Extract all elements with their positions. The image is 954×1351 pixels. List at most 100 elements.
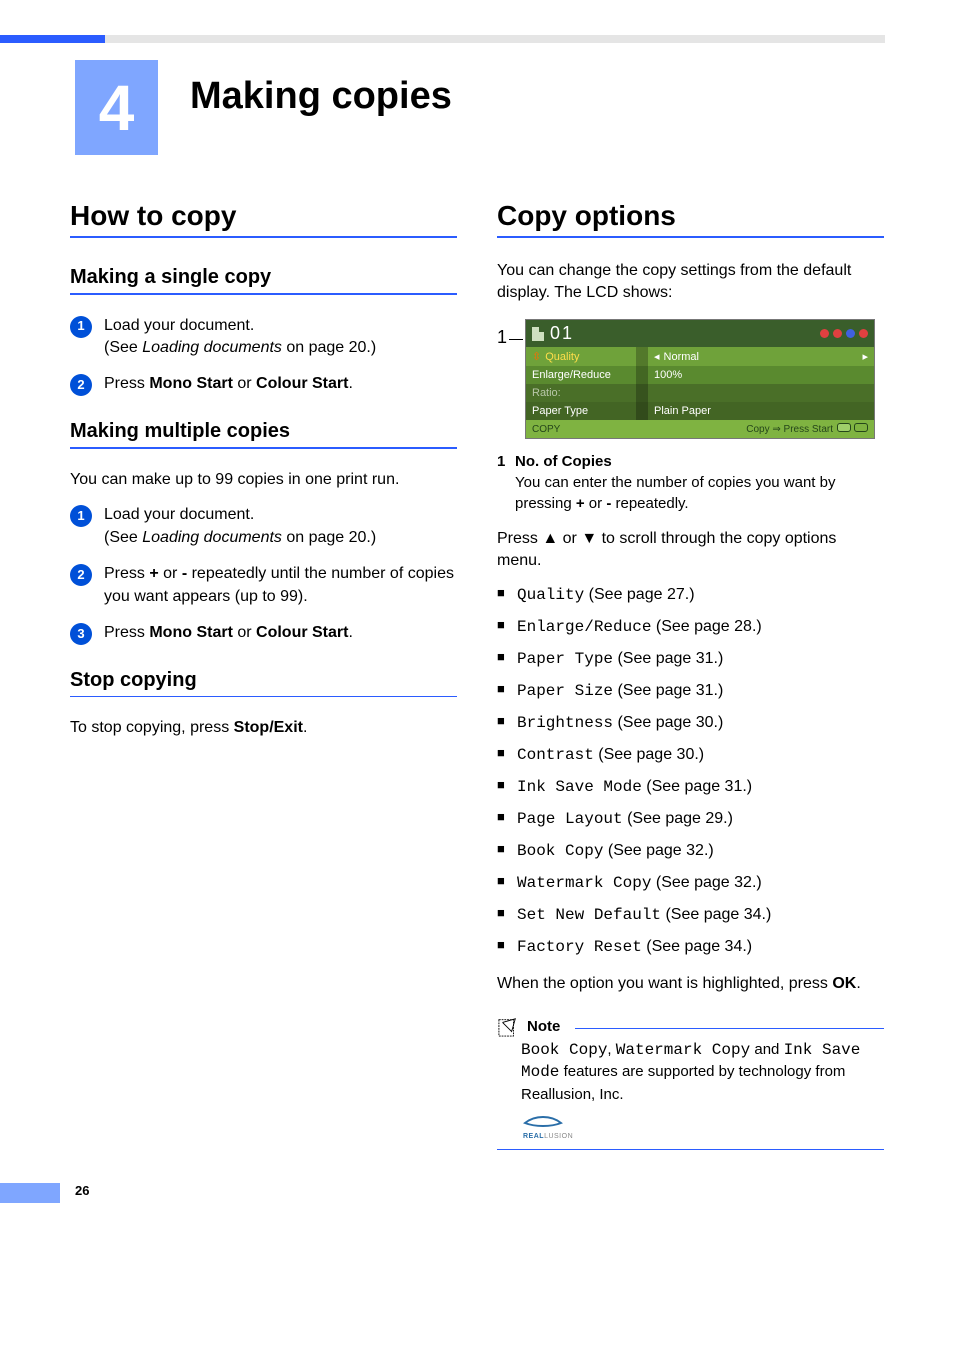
note-icon xyxy=(497,1017,519,1037)
chapter-number-box: 4 xyxy=(75,60,158,155)
option-name: Watermark Copy xyxy=(517,874,651,892)
multi-intro: You can make up to 99 copies in one prin… xyxy=(70,469,457,491)
list-item: Paper Size (See page 31.) xyxy=(497,679,884,703)
multi-step-3: 3 Press Mono Start or Colour Start. xyxy=(70,622,457,645)
option-page-ref: (See page 32.) xyxy=(603,842,713,859)
text: or xyxy=(233,375,256,392)
text-bold: Stop/Exit xyxy=(234,719,303,736)
heading-single-copy: Making a single copy xyxy=(70,266,457,301)
ink-dot-icon xyxy=(820,329,829,338)
option-name: Factory Reset xyxy=(517,938,642,956)
ink-dots xyxy=(820,329,868,338)
chapter-number: 4 xyxy=(99,71,135,145)
text: When the option you want is highlighted,… xyxy=(497,975,832,992)
lcd-copies: 01 xyxy=(550,323,574,344)
text: on page 20.) xyxy=(282,339,376,356)
lcd-label-quality: ⇳Quality xyxy=(526,347,636,366)
step-number-icon: 2 xyxy=(70,374,92,396)
text: . xyxy=(303,719,307,736)
lcd-value-paper: Plain Paper xyxy=(648,402,874,420)
heading-copy-options: Copy options xyxy=(497,200,884,242)
text: or xyxy=(233,624,256,641)
lcd-figure: 1 01 ⇳Quality ◂Normal▸ Enlarge/Reduce xyxy=(497,319,884,439)
text-bold: + xyxy=(149,565,158,582)
text-bold: OK xyxy=(832,975,856,992)
text: Press xyxy=(104,624,149,641)
note-box: Note Book Copy, Watermark Copy and Ink S… xyxy=(497,1017,884,1150)
list-item: Brightness (See page 30.) xyxy=(497,711,884,735)
closing-text: When the option you want is highlighted,… xyxy=(497,973,884,995)
list-item: Watermark Copy (See page 32.) xyxy=(497,871,884,895)
lcd-screen: 01 ⇳Quality ◂Normal▸ Enlarge/Reduce 100%… xyxy=(525,319,875,439)
text-italic: Loading documents xyxy=(142,529,282,546)
list-item: Enlarge/Reduce (See page 28.) xyxy=(497,615,884,639)
option-name: Book Copy xyxy=(517,842,603,860)
text-bold: + xyxy=(576,495,585,512)
multi-step-1: 1 Load your document. (See Loading docum… xyxy=(70,504,457,549)
lcd-label-ratio: Ratio: xyxy=(526,384,636,402)
text-bold: Mono Start xyxy=(149,624,233,641)
text-bold: Colour Start xyxy=(256,624,348,641)
text: Press xyxy=(497,530,542,547)
right-column: Copy options You can change the copy set… xyxy=(497,200,884,1150)
lcd-hint: Copy ⇒ Press Start xyxy=(746,424,833,435)
step-number-icon: 1 xyxy=(70,316,92,338)
lcd-label-paper: Paper Type xyxy=(526,402,636,420)
heading-multiple-copies: Making multiple copies xyxy=(70,420,457,455)
text-bold: Colour Start xyxy=(256,375,348,392)
text: repeatedly. xyxy=(611,495,688,512)
single-step-2: 2 Press Mono Start or Colour Start. xyxy=(70,373,457,396)
option-page-ref: (See page 34.) xyxy=(642,938,752,955)
list-item: Book Copy (See page 32.) xyxy=(497,839,884,863)
multi-step-2: 2 Press + or - repeatedly until the numb… xyxy=(70,563,457,608)
list-item: Ink Save Mode (See page 31.) xyxy=(497,775,884,799)
option-name: Brightness xyxy=(517,714,613,732)
text-code: Watermark Copy xyxy=(616,1041,750,1059)
copy-options-intro: You can change the copy settings from th… xyxy=(497,260,884,303)
lcd-value-quality: Normal xyxy=(664,351,699,363)
top-accent-blue xyxy=(0,35,105,43)
option-page-ref: (See page 31.) xyxy=(613,682,723,699)
option-name: Paper Size xyxy=(517,682,613,700)
page-number: 26 xyxy=(75,1183,89,1198)
text: (See xyxy=(104,529,142,546)
single-step-1: 1 Load your document. (See Loading docum… xyxy=(70,315,457,360)
lcd-value-ratio xyxy=(648,390,874,396)
text-bold: Mono Start xyxy=(149,375,233,392)
option-page-ref: (See page 31.) xyxy=(613,650,723,667)
option-name: Quality xyxy=(517,586,584,604)
option-page-ref: (See page 27.) xyxy=(584,586,694,603)
options-list: Quality (See page 27.) Enlarge/Reduce (Se… xyxy=(497,583,884,959)
option-page-ref: (See page 31.) xyxy=(642,778,752,795)
list-item: Quality (See page 27.) xyxy=(497,583,884,607)
heading-how-to-copy: How to copy xyxy=(70,200,457,242)
text: features are supported by technology fro… xyxy=(521,1063,845,1102)
text: or xyxy=(159,565,182,582)
chapter-title: Making copies xyxy=(190,75,452,118)
text: on page 20.) xyxy=(282,529,376,546)
option-name: Contrast xyxy=(517,746,594,764)
text: , xyxy=(607,1041,615,1058)
step-number-icon: 1 xyxy=(70,505,92,527)
list-item: Contrast (See page 30.) xyxy=(497,743,884,767)
text: . xyxy=(348,624,352,641)
ink-dot-icon xyxy=(859,329,868,338)
option-page-ref: (See page 32.) xyxy=(651,874,761,891)
option-page-ref: (See page 30.) xyxy=(594,746,704,763)
text: Press xyxy=(104,375,149,392)
text: and xyxy=(750,1041,783,1058)
document-icon xyxy=(532,327,544,341)
reallusion-logo: REALLUSION xyxy=(521,1113,884,1141)
text-italic: Loading documents xyxy=(142,339,282,356)
stop-text: To stop copying, press Stop/Exit. xyxy=(70,717,457,739)
text: or xyxy=(585,495,607,512)
lcd-legend: 1No. of Copies You can enter the number … xyxy=(497,451,884,514)
top-accent-gray xyxy=(105,35,885,43)
left-column: How to copy Making a single copy 1 Load … xyxy=(70,200,457,1150)
svg-text:REALLUSION: REALLUSION xyxy=(523,1133,573,1140)
text: To stop copying, press xyxy=(70,719,234,736)
option-page-ref: (See page 30.) xyxy=(613,714,723,731)
option-page-ref: (See page 28.) xyxy=(651,618,761,635)
option-name: Ink Save Mode xyxy=(517,778,642,796)
text: Load your document. xyxy=(104,317,254,334)
